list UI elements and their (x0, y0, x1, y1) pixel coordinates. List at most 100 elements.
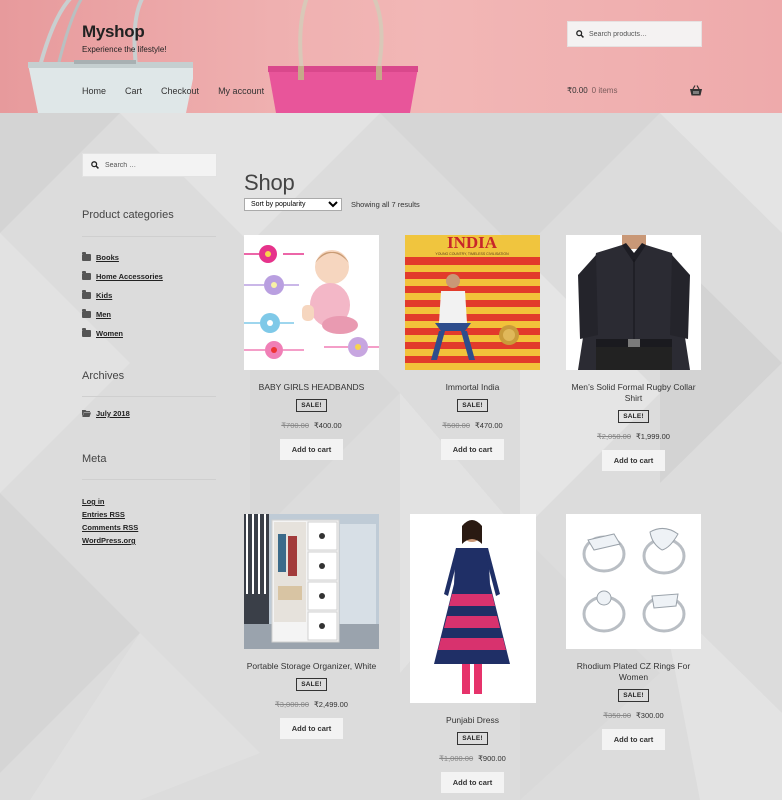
meta-link-wordpress-org[interactable]: WordPress.org (82, 536, 136, 545)
sale-badge: SALE! (618, 689, 649, 702)
sale-badge: SALE! (296, 678, 327, 691)
folder-icon (82, 290, 91, 299)
book-cover-title: INDIA (447, 235, 498, 252)
meta-link-log-in[interactable]: Log in (82, 497, 105, 506)
category-item-home-accessories: Home Accessories (82, 267, 163, 286)
product-categories-list: Books Home Accessories Kids Men Women (82, 248, 163, 343)
basket-icon[interactable] (690, 85, 702, 96)
folder-icon (82, 328, 91, 337)
primary-navigation: Home Cart Checkout My account (82, 86, 283, 96)
product-categories-title: Product categories (82, 209, 174, 221)
product-card: Punjabi Dress SALE! ₹1,000.00 ₹900.00 Add… (405, 514, 540, 793)
product-image-punjabi-dress[interactable] (409, 514, 536, 703)
cart-item-count: 0 items (591, 86, 618, 95)
sale-price: ₹2,499.00 (314, 700, 348, 709)
product-image-rings[interactable] (566, 514, 701, 649)
search-icon (91, 161, 99, 169)
cart-total-amount: ₹0.00 (567, 86, 588, 95)
sale-badge: SALE! (457, 732, 488, 745)
product-name[interactable]: Men’s Solid Formal Rugby Collar Shirt (566, 382, 701, 404)
product-card: Men’s Solid Formal Rugby Collar Shirt SA… (566, 235, 701, 471)
product-image-immortal-india[interactable]: INDIA YOUNG COUNTRY, TIMELESS CIVILISATI… (405, 235, 540, 370)
product-price: ₹3,000.00 ₹2,499.00 (244, 700, 379, 709)
product-price: ₹700.00 ₹400.00 (244, 421, 379, 430)
product-image-baby-headbands[interactable] (244, 235, 379, 370)
site-header: Myshop Experience the lifestyle! Home Ca… (0, 0, 782, 113)
nav-item-my-account[interactable]: My account (218, 86, 264, 96)
white-handbag-banner-image (28, 0, 193, 113)
nav-item-home[interactable]: Home (82, 86, 106, 96)
divider (82, 479, 216, 480)
category-link-men[interactable]: Men (96, 310, 111, 319)
product-name[interactable]: Portable Storage Organizer, White (244, 661, 379, 672)
product-price: ₹2,050.00 ₹1,999.00 (566, 432, 701, 441)
header-search-box (567, 21, 702, 47)
product-price: ₹500.00 ₹470.00 (405, 421, 540, 430)
add-to-cart-button[interactable]: Add to cart (440, 439, 505, 460)
original-price: ₹700.00 (281, 421, 309, 430)
site-title[interactable]: Myshop (82, 22, 145, 42)
category-item-women: Women (82, 324, 163, 343)
category-item-kids: Kids (82, 286, 163, 305)
archives-list: July 2018 (82, 404, 130, 423)
product-name[interactable]: BABY GIRLS HEADBANDS (244, 382, 379, 393)
sale-price: ₹900.00 (478, 754, 506, 763)
nav-item-cart[interactable]: Cart (125, 86, 142, 96)
add-to-cart-button[interactable]: Add to cart (279, 718, 344, 739)
result-count: Showing all 7 results (351, 200, 420, 209)
original-price: ₹350.00 (603, 711, 631, 720)
folder-icon (82, 271, 91, 280)
folder-icon (82, 309, 91, 318)
category-item-men: Men (82, 305, 163, 324)
pink-handbag-banner-image (268, 0, 418, 113)
product-name[interactable]: Rhodium Plated CZ Rings For Women (566, 661, 701, 683)
header-cart-link[interactable]: ₹0.00 0 items (567, 86, 617, 95)
sale-price: ₹470.00 (475, 421, 503, 430)
sale-price: ₹1,999.00 (636, 432, 670, 441)
category-item-books: Books (82, 248, 163, 267)
category-link-kids[interactable]: Kids (96, 291, 112, 300)
nav-item-checkout[interactable]: Checkout (161, 86, 199, 96)
product-price: ₹350.00 ₹300.00 (566, 711, 701, 720)
original-price: ₹500.00 (442, 421, 470, 430)
sale-badge: SALE! (457, 399, 488, 412)
meta-link-entries-rss[interactable]: Entries RSS (82, 510, 125, 519)
product-image-mens-shirt[interactable] (566, 235, 701, 370)
add-to-cart-button[interactable]: Add to cart (601, 729, 666, 750)
archive-item: July 2018 (82, 404, 130, 423)
folder-open-icon (82, 410, 91, 417)
product-name[interactable]: Punjabi Dress (405, 715, 540, 726)
header-search-input[interactable] (589, 30, 689, 38)
category-link-books[interactable]: Books (96, 253, 119, 262)
product-card: INDIA YOUNG COUNTRY, TIMELESS CIVILISATI… (405, 235, 540, 460)
category-link-home-accessories[interactable]: Home Accessories (96, 272, 163, 281)
sale-price: ₹400.00 (314, 421, 342, 430)
add-to-cart-button[interactable]: Add to cart (279, 439, 344, 460)
add-to-cart-button[interactable]: Add to cart (601, 450, 666, 471)
product-card: Rhodium Plated CZ Rings For Women SALE! … (566, 514, 701, 750)
original-price: ₹2,050.00 (597, 432, 631, 441)
page-title: Shop (244, 169, 295, 195)
original-price: ₹1,000.00 (439, 754, 474, 763)
sale-badge: SALE! (296, 399, 327, 412)
archive-link-july-2018[interactable]: July 2018 (96, 409, 130, 418)
product-image-storage-organizer[interactable] (244, 514, 379, 649)
sale-badge: SALE! (618, 410, 649, 423)
sidebar-search-box (82, 153, 217, 177)
sort-order-select[interactable]: Sort by popularity (244, 198, 342, 211)
category-link-women[interactable]: Women (96, 329, 123, 338)
search-icon (576, 30, 584, 38)
add-to-cart-button[interactable]: Add to cart (440, 772, 505, 793)
product-card: BABY GIRLS HEADBANDS SALE! ₹700.00 ₹400.0… (244, 235, 379, 460)
folder-icon (82, 252, 91, 261)
archives-title: Archives (82, 370, 125, 382)
meta-link-comments-rss[interactable]: Comments RSS (82, 523, 138, 532)
product-price: ₹1,000.00 ₹900.00 (405, 754, 540, 763)
product-card: Portable Storage Organizer, White SALE! … (244, 514, 379, 739)
book-cover-subtitle: YOUNG COUNTRY, TIMELESS CIVILISATION (435, 252, 509, 256)
sale-price: ₹300.00 (636, 711, 664, 720)
divider (82, 236, 216, 237)
sidebar-search-input[interactable] (105, 161, 205, 169)
product-name[interactable]: Immortal India (405, 382, 540, 393)
divider (82, 396, 216, 397)
